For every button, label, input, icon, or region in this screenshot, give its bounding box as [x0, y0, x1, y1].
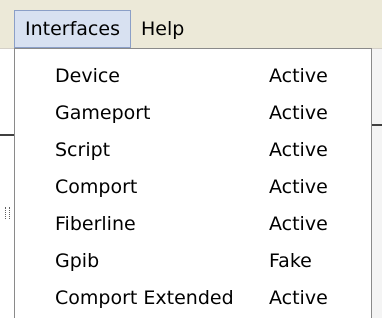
menu-item-comport[interactable]: Comport Active — [15, 168, 371, 205]
menu-item-label: Device — [55, 64, 120, 87]
menu-item-label: Comport — [55, 175, 138, 198]
menu-item-script[interactable]: Script Active — [15, 131, 371, 168]
background-divider — [372, 124, 382, 126]
menu-item-gameport[interactable]: Gameport Active — [15, 94, 371, 131]
menu-item-label: Comport Extended — [55, 286, 234, 309]
splitter-grip[interactable] — [5, 207, 10, 219]
menu-item-device[interactable]: Device Active — [15, 57, 371, 94]
menu-item-status: Fake — [269, 249, 312, 272]
interfaces-dropdown-menu: Device Active Gameport Active Script Act… — [14, 48, 372, 318]
menu-item-status: Active — [269, 175, 328, 198]
background-divider — [0, 134, 14, 136]
menu-item-status: Active — [269, 286, 328, 309]
menu-item-label: Fiberline — [55, 212, 136, 235]
menu-item-comport-extended[interactable]: Comport Extended Active — [15, 279, 371, 316]
background-right-panel — [372, 48, 382, 318]
menu-bar: Interfaces Help — [0, 10, 382, 49]
background-toolbar-strip — [0, 0, 382, 10]
menu-interfaces-label: Interfaces — [25, 18, 120, 40]
menu-item-label: Script — [55, 138, 111, 161]
menu-item-status: Active — [269, 64, 328, 87]
menu-interfaces[interactable]: Interfaces — [14, 10, 131, 48]
menu-item-label: Gameport — [55, 101, 151, 124]
menu-help[interactable]: Help — [131, 10, 194, 48]
menu-item-gpib[interactable]: Gpib Fake — [15, 242, 371, 279]
menu-item-status: Active — [269, 212, 328, 235]
menu-item-status: Active — [269, 138, 328, 161]
menu-item-label: Gpib — [55, 249, 100, 272]
menu-item-fiberline[interactable]: Fiberline Active — [15, 205, 371, 242]
menu-help-label: Help — [140, 18, 185, 40]
menu-item-status: Active — [269, 101, 328, 124]
background-left-panel — [0, 48, 14, 318]
